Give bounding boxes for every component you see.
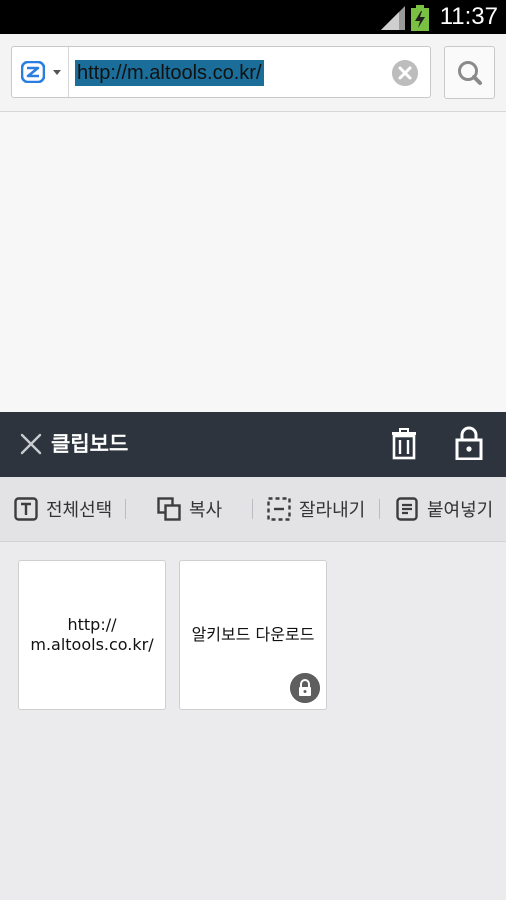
status-time: 11:37 — [439, 3, 498, 30]
cut-button[interactable]: 잘라내기 — [267, 495, 365, 523]
address-bar: http://m.altools.co.kr/ — [0, 34, 506, 112]
chevron-down-icon — [53, 70, 61, 75]
clipboard-item-line: http:// — [67, 615, 117, 634]
trash-icon[interactable] — [390, 428, 418, 460]
clipboard-item[interactable]: 알키보드 다운로드 — [179, 560, 327, 710]
clipboard-item[interactable]: http:// m.altools.co.kr/ — [18, 560, 166, 710]
clear-icon[interactable] — [392, 60, 418, 86]
divider — [379, 499, 380, 519]
url-box[interactable]: http://m.altools.co.kr/ — [11, 46, 431, 98]
copy-icon — [157, 497, 181, 521]
url-input[interactable]: http://m.altools.co.kr/ — [75, 60, 264, 86]
text-select-icon — [14, 497, 38, 521]
cut-label: 잘라내기 — [299, 500, 366, 521]
paste-icon — [396, 497, 418, 521]
lock-icon[interactable] — [455, 426, 483, 460]
divider — [252, 499, 253, 519]
status-bar: 11:37 — [0, 0, 506, 34]
clipboard-item-line: m.altools.co.kr/ — [30, 635, 154, 654]
lock-icon — [290, 673, 320, 703]
clipboard-title: 클립보드 — [51, 432, 129, 456]
clipboard-item-text: 알키보드 다운로드 — [191, 625, 315, 644]
clipboard-item-text: http:// m.altools.co.kr/ — [24, 615, 159, 655]
cut-icon — [267, 497, 291, 521]
select-all-button[interactable]: 전체선택 — [14, 495, 112, 523]
paste-button[interactable]: 붙여넣기 — [395, 495, 493, 523]
battery-charging-icon — [411, 5, 429, 31]
clipboard-header: 클립보드 — [0, 412, 506, 477]
select-all-label: 전체선택 — [46, 500, 113, 521]
copy-label: 복사 — [189, 500, 223, 521]
paste-label: 붙여넣기 — [427, 500, 494, 521]
divider — [125, 499, 126, 519]
clipboard-items: http:// m.altools.co.kr/ 알키보드 다운로드 — [0, 542, 506, 900]
search-button[interactable] — [444, 46, 495, 99]
search-engine-icon — [21, 61, 45, 83]
copy-button[interactable]: 복사 — [157, 495, 222, 523]
signal-icon — [381, 6, 405, 30]
clipboard-toolbar: 전체선택 복사 잘라내기 붙여넣기 — [0, 477, 506, 542]
search-icon — [458, 61, 482, 85]
search-engine-selector[interactable] — [12, 47, 69, 97]
close-icon[interactable] — [20, 433, 42, 455]
page-content — [0, 112, 506, 412]
